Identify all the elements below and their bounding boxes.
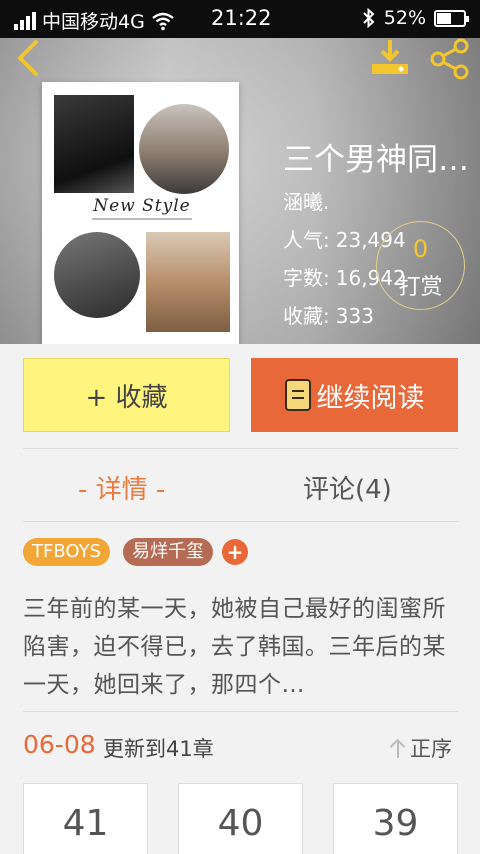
- cover-photo: [146, 232, 230, 332]
- read-label: 继续阅读: [316, 382, 425, 414]
- bluetooth-icon: [363, 8, 375, 28]
- book-icon: [284, 379, 311, 411]
- tip-count: 0: [412, 235, 429, 263]
- author-name[interactable]: 涵曦.: [283, 186, 329, 215]
- back-button[interactable]: [10, 38, 50, 78]
- battery-percent: 52%: [383, 7, 426, 29]
- book-cover[interactable]: New Style: [42, 82, 239, 344]
- chapter-item[interactable]: 41: [23, 783, 148, 854]
- cover-title: New Style: [93, 196, 191, 216]
- status-bar: 中国移动4G 21:22 52%: [0, 0, 480, 38]
- sort-label: 正序: [410, 737, 452, 761]
- tag-tfboys[interactable]: TFBOYS: [23, 538, 110, 566]
- tab-comments[interactable]: 评论(4): [303, 469, 392, 506]
- tip-label: 打赏: [398, 275, 443, 300]
- add-tag-button[interactable]: +: [222, 539, 248, 565]
- divider: [23, 521, 458, 522]
- tag-yiyang-qianxi[interactable]: 易烊千玺: [123, 538, 213, 566]
- continue-reading-button[interactable]: 继续阅读: [251, 358, 458, 432]
- chapter-item[interactable]: 39: [333, 783, 458, 854]
- wifi-icon: [152, 12, 174, 30]
- favorite-label: + 收藏: [85, 382, 168, 413]
- status-right: 52%: [362, 7, 469, 29]
- synopsis-text[interactable]: 三年前的某一天，她被自己最好的闺蜜所陷害，迫不得已，去了韩国。三年后的某一天，她…: [23, 590, 460, 704]
- stat-value: 333: [335, 304, 374, 328]
- cover-photo: [139, 104, 229, 194]
- chapter-item[interactable]: 40: [178, 783, 303, 854]
- stat-label: 字数:: [283, 266, 330, 290]
- stat-favorites: 收藏: 333: [283, 300, 374, 329]
- book-header: New Style 三个男神同… 涵曦. 人气: 23,494 字数: 16,942…: [0, 38, 480, 344]
- stat-label: 人气:: [283, 228, 330, 252]
- tab-details[interactable]: - 详情 -: [78, 469, 165, 506]
- update-date: 06-08: [23, 730, 96, 759]
- stat-label: 收藏:: [283, 304, 330, 328]
- update-status: 更新到41章: [103, 737, 214, 761]
- share-button[interactable]: [428, 38, 472, 80]
- download-button[interactable]: [368, 38, 412, 78]
- signal-icon: [14, 11, 36, 30]
- battery-icon: [434, 9, 469, 27]
- clock: 21:22: [211, 6, 272, 30]
- add-to-favorites-button[interactable]: + 收藏: [23, 358, 230, 432]
- status-left: 中国移动4G: [14, 7, 175, 34]
- arrow-up-icon: [390, 738, 406, 758]
- cover-subtitle-line: [92, 218, 192, 220]
- sort-order-button[interactable]: 正序: [390, 733, 452, 763]
- divider: [23, 711, 458, 712]
- tip-button[interactable]: 0 打赏: [376, 221, 465, 310]
- book-title: 三个男神同…: [283, 142, 469, 178]
- carrier-label: 中国移动4G: [42, 11, 145, 33]
- cover-photo: [54, 232, 140, 318]
- cover-photo: [54, 95, 134, 193]
- divider: [23, 448, 458, 449]
